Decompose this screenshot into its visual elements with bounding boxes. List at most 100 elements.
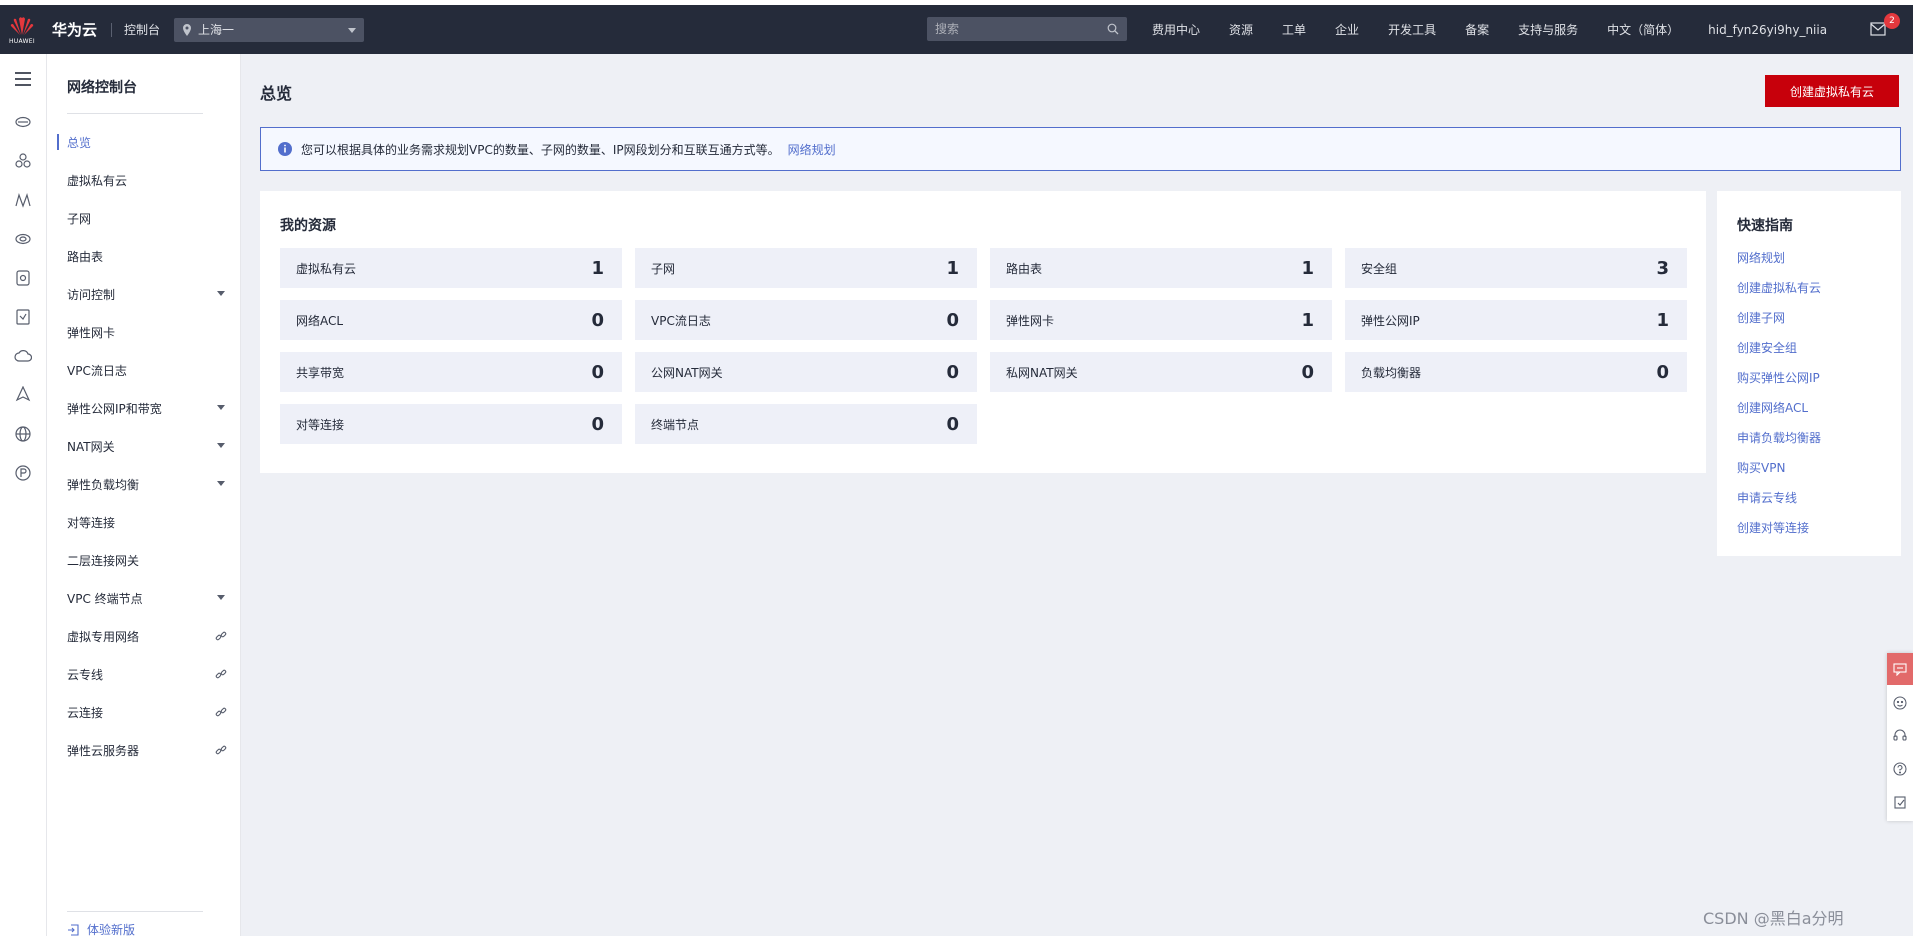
help-icon[interactable]	[1887, 753, 1913, 785]
resource-count: 1	[1301, 309, 1314, 331]
divider	[111, 22, 113, 37]
sidebar-item-l2-gateway[interactable]: 二层连接网关	[67, 550, 227, 570]
sidebar-item-label: 总览	[67, 135, 92, 150]
region-selector[interactable]: 上海一	[174, 17, 365, 42]
sidebar-item-label: 弹性公网IP和带宽	[67, 401, 162, 416]
guide-link[interactable]: 创建虚拟私有云	[1737, 279, 1821, 296]
top-nav-icp[interactable]: 备案	[1465, 21, 1489, 38]
resource-tile[interactable]: 路由表 1	[990, 248, 1332, 288]
network-topology-icon[interactable]	[13, 190, 33, 210]
sidebar-item-vpn[interactable]: 虚拟专用网络	[67, 626, 227, 646]
resource-tile[interactable]: 公网NAT网关 0	[635, 352, 977, 392]
external-link-icon	[215, 669, 227, 679]
sidebar-item-access-control[interactable]: 访问控制	[67, 284, 227, 304]
guide-link[interactable]: 申请云专线	[1737, 489, 1797, 506]
resource-tile[interactable]: VPC流日志 0	[635, 300, 977, 340]
top-nav: 费用中心 资源 工单 企业 开发工具 备案 支持与服务 中文（简体） hid_f…	[1152, 5, 1856, 54]
guide-link[interactable]: 申请负载均衡器	[1737, 429, 1821, 446]
resource-tile[interactable]: 共享带宽 0	[280, 352, 622, 392]
sidebar-item-flow-logs[interactable]: VPC流日志	[67, 360, 227, 380]
cloud-server-icon[interactable]	[13, 112, 33, 132]
top-nav-enterprise[interactable]: 企业	[1335, 21, 1359, 38]
resource-label: 弹性公网IP	[1361, 313, 1420, 328]
mail-icon[interactable]	[1870, 22, 1886, 36]
globe-icon[interactable]	[13, 424, 33, 444]
resource-tile[interactable]: 负载均衡器 0	[1345, 352, 1687, 392]
feedback-icon[interactable]	[1887, 687, 1913, 719]
search-box[interactable]	[927, 17, 1127, 41]
top-nav-language[interactable]: 中文（简体）	[1607, 21, 1679, 38]
top-nav-dev-tools[interactable]: 开发工具	[1388, 21, 1436, 38]
sidebar-item-direct-connect[interactable]: 云专线	[67, 664, 227, 684]
top-nav-tickets[interactable]: 工单	[1282, 21, 1306, 38]
resource-tile[interactable]: 对等连接 0	[280, 404, 622, 444]
resource-label: 共享带宽	[296, 365, 345, 380]
document-service-icon[interactable]	[13, 307, 33, 327]
resource-label: 网络ACL	[296, 313, 344, 328]
sidebar-item-label: 弹性负载均衡	[67, 477, 140, 492]
top-nav-support[interactable]: 支持与服务	[1518, 21, 1578, 38]
cluster-icon[interactable]	[13, 151, 33, 171]
guide-link[interactable]: 购买VPN	[1737, 459, 1785, 476]
sidebar-item-vpc-endpoint[interactable]: VPC 终端节点	[67, 588, 227, 608]
guide-link[interactable]: 创建子网	[1737, 309, 1785, 326]
database-icon[interactable]	[13, 229, 33, 249]
resource-tile[interactable]: 安全组 3	[1345, 248, 1687, 288]
support-icon[interactable]	[1887, 720, 1913, 752]
my-resources-title: 我的资源	[280, 218, 336, 234]
guide-link[interactable]: 创建网络ACL	[1737, 399, 1808, 416]
resource-label: 负载均衡器	[1361, 365, 1422, 380]
page-title: 总览	[260, 84, 293, 103]
sidebar-item-elb[interactable]: 弹性负载均衡	[67, 474, 227, 494]
sidebar-item-nat[interactable]: NAT网关	[67, 436, 227, 456]
resource-tile[interactable]: 子网 1	[635, 248, 977, 288]
sidebar-item-eip-bandwidth[interactable]: 弹性公网IP和带宽	[67, 398, 227, 418]
resource-label: 对等连接	[296, 417, 345, 432]
sidebar-item-peering[interactable]: 对等连接	[67, 512, 227, 532]
huawei-logo[interactable]: HUAWEI	[0, 5, 44, 54]
search-icon[interactable]	[1107, 23, 1119, 35]
search-input[interactable]	[935, 22, 1107, 36]
resource-tile[interactable]: 私网NAT网关 0	[990, 352, 1332, 392]
resource-tile[interactable]: 虚拟私有云 1	[280, 248, 622, 288]
sidebar-item-vpc[interactable]: 虚拟私有云	[67, 170, 227, 190]
sidebar-item-route-table[interactable]: 路由表	[67, 246, 227, 266]
resource-count: 0	[591, 309, 604, 331]
sidebar-item-label: 虚拟专用网络	[67, 629, 140, 644]
resource-tile[interactable]: 终端节点 0	[635, 404, 977, 444]
try-new-version-link[interactable]: 体验新版	[67, 921, 135, 936]
my-resources-card: 我的资源 虚拟私有云 1 子网 1 路由表 1 安全组 3 网络ACL 0 VPC流日志 0…	[260, 191, 1706, 473]
edit-notes-icon[interactable]	[1887, 786, 1913, 818]
network-planning-link[interactable]: 网络规划	[788, 141, 836, 158]
pay-icon[interactable]	[13, 463, 33, 483]
storage-icon[interactable]	[13, 268, 33, 288]
chat-icon[interactable]	[1887, 653, 1913, 685]
resource-count: 0	[591, 361, 604, 383]
resource-label: 路由表	[1006, 261, 1043, 276]
deploy-icon[interactable]	[13, 385, 33, 405]
resource-tile[interactable]: 网络ACL 0	[280, 300, 622, 340]
sidebar-item-overview[interactable]: 总览	[67, 132, 227, 152]
floating-toolbar	[1887, 653, 1913, 821]
top-nav-username[interactable]: hid_fyn26yi9hy_niia	[1708, 23, 1827, 37]
sidebar-item-eni[interactable]: 弹性网卡	[67, 322, 227, 342]
sidebar-title: 网络控制台	[67, 80, 137, 96]
sidebar-item-ecs[interactable]: 弹性云服务器	[67, 740, 227, 760]
cloud-icon[interactable]	[13, 346, 33, 366]
console-link[interactable]: 控制台	[124, 21, 160, 38]
top-nav-resources[interactable]: 资源	[1229, 21, 1253, 38]
external-link-icon	[215, 745, 227, 755]
resource-tile[interactable]: 弹性网卡 1	[990, 300, 1332, 340]
guide-link[interactable]: 创建安全组	[1737, 339, 1797, 356]
guide-link[interactable]: 网络规划	[1737, 249, 1785, 266]
brand-name[interactable]: 华为云	[52, 19, 97, 40]
sidebar-item-cloud-connect[interactable]: 云连接	[67, 702, 227, 722]
resource-tile[interactable]: 弹性公网IP 1	[1345, 300, 1687, 340]
menu-icon[interactable]	[13, 69, 33, 89]
top-nav-billing[interactable]: 费用中心	[1152, 21, 1200, 38]
resource-label: 终端节点	[651, 417, 700, 432]
guide-link[interactable]: 购买弹性公网IP	[1737, 369, 1820, 386]
create-vpc-button[interactable]: 创建虚拟私有云	[1765, 75, 1899, 107]
guide-link[interactable]: 创建对等连接	[1737, 519, 1809, 536]
sidebar-item-subnet[interactable]: 子网	[67, 208, 227, 228]
